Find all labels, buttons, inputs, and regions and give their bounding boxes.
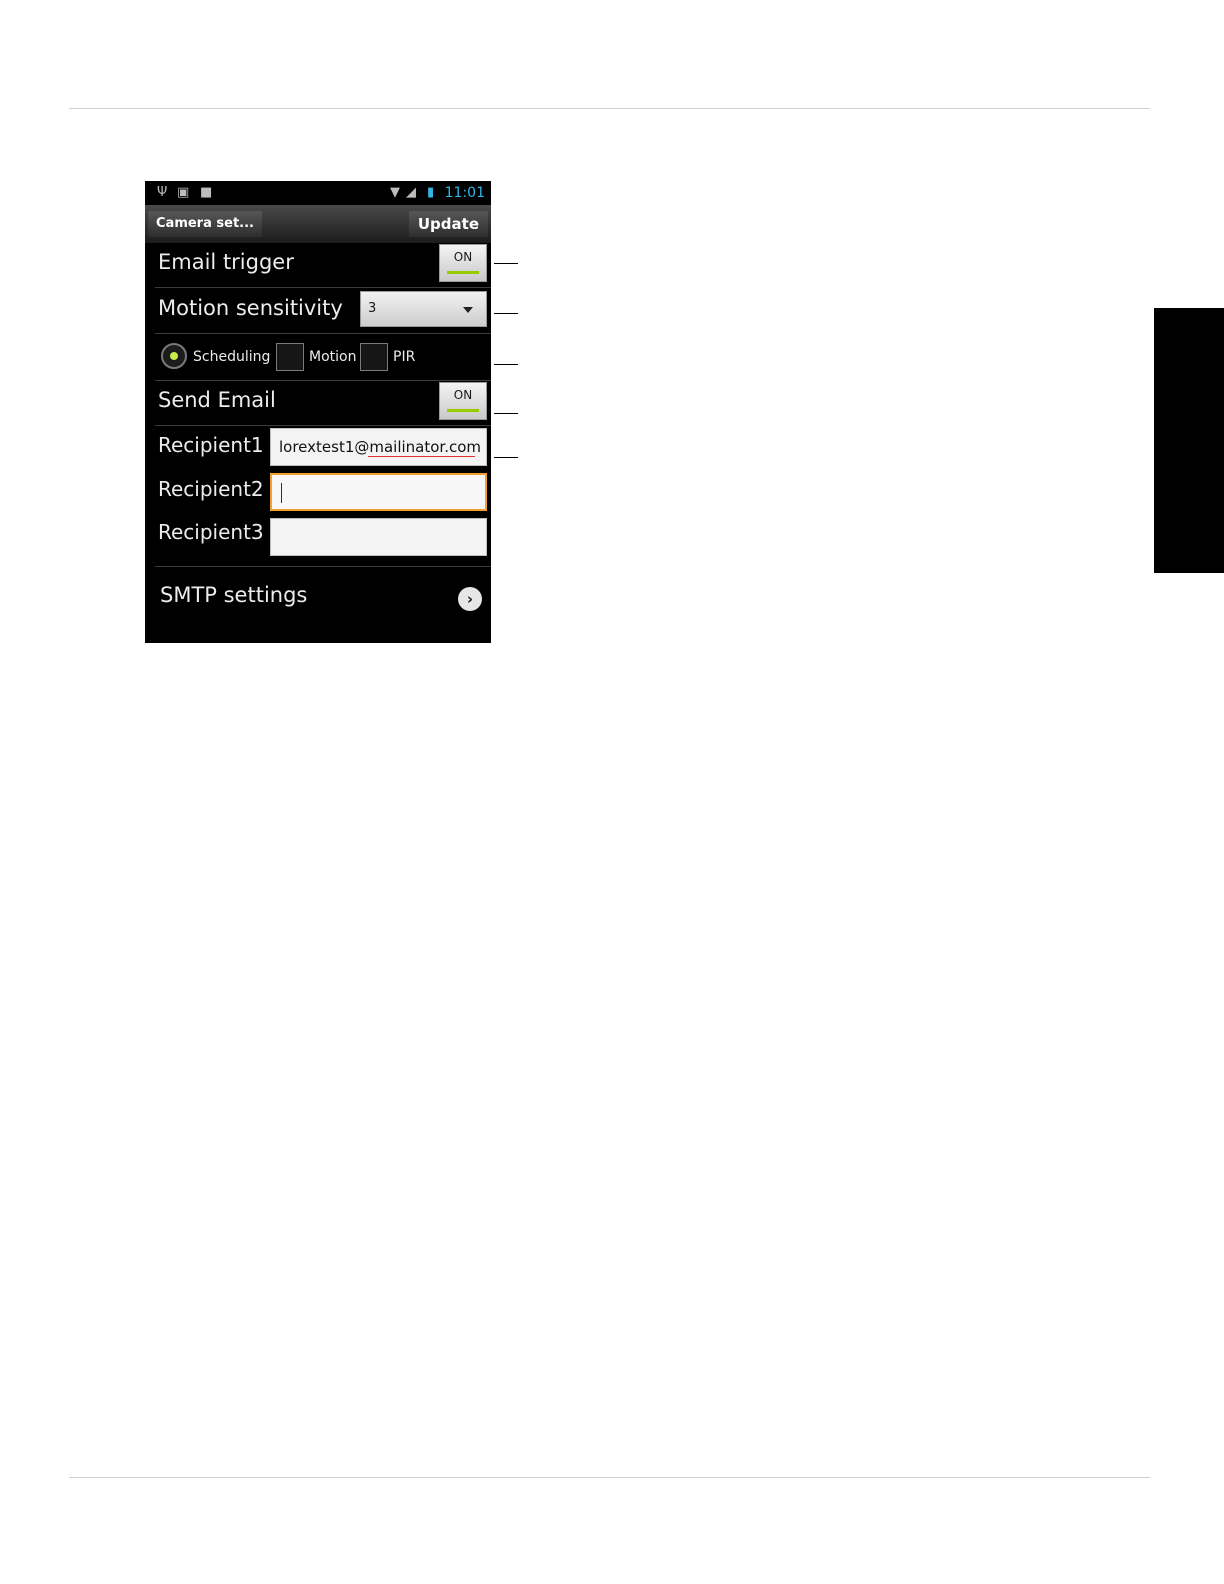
recipient1-input[interactable]: lorextest1@mailinator.com [270,428,487,466]
pir-checkbox[interactable] [360,343,388,371]
toggle-on-indicator [447,409,479,412]
scheduling-radio[interactable] [161,343,187,369]
divider [155,287,491,288]
callout-line-motion-sensitivity [494,313,518,314]
recipient2-input[interactable] [270,473,487,511]
callout-line-trigger-options [494,364,518,365]
recipient1-label: Recipient1 [158,433,264,457]
top-rule [69,108,1150,109]
motion-label: Motion [309,349,357,365]
divider [155,380,491,381]
recipient1-value: lorextest1@mailinator.com [279,438,482,456]
email-trigger-toggle-text: ON [453,250,473,264]
side-tab [1154,308,1224,573]
status-time: 11:01 [444,185,485,201]
callout-line-send-email [494,413,518,414]
spellcheck-underline [368,456,475,457]
send-email-toggle[interactable]: ON [439,382,487,420]
briefcase-icon: ■ [200,185,213,200]
divider [155,333,491,334]
text-cursor [281,483,282,503]
email-trigger-label: Email trigger [158,250,294,274]
divider [155,425,491,426]
back-title-button[interactable]: Camera set... [148,211,262,237]
send-email-toggle-text: ON [453,388,473,402]
action-bar: Camera set... Update [145,205,491,243]
toggle-on-indicator [447,271,479,274]
battery-icon: ▮ [427,185,435,200]
motion-sensitivity-label: Motion sensitivity [158,296,343,320]
email-trigger-toggle[interactable]: ON [439,244,487,282]
chevron-right-icon[interactable]: › [458,587,482,611]
phone-screenshot: Ψ ▣ ■ ▼ ◢ ▮ 11:01 Camera set... Update E… [145,181,491,643]
radio-selected-dot [170,352,178,360]
recipient3-label: Recipient3 [158,520,264,544]
send-email-label: Send Email [158,388,276,412]
update-button[interactable]: Update [408,211,488,237]
status-bar: Ψ ▣ ■ ▼ ◢ ▮ 11:01 [145,181,491,205]
usb-icon: Ψ [157,185,168,200]
image-icon: ▣ [177,185,190,200]
signal-icon: ◢ [406,185,416,200]
callout-line-email-trigger [494,263,518,264]
pir-label: PIR [393,349,416,365]
recipient2-label: Recipient2 [158,477,264,501]
motion-checkbox[interactable] [276,343,304,371]
callout-line-recipient1 [494,457,518,458]
scheduling-label: Scheduling [193,349,271,365]
dropdown-caret-icon [463,307,473,313]
bottom-rule [69,1477,1150,1478]
motion-sensitivity-dropdown[interactable]: 3 [360,291,487,327]
smtp-settings-item[interactable]: SMTP settings [160,582,307,608]
recipient3-input[interactable] [270,518,487,556]
motion-sensitivity-value: 3 [368,301,377,316]
wifi-icon: ▼ [390,185,400,200]
divider [155,566,491,567]
